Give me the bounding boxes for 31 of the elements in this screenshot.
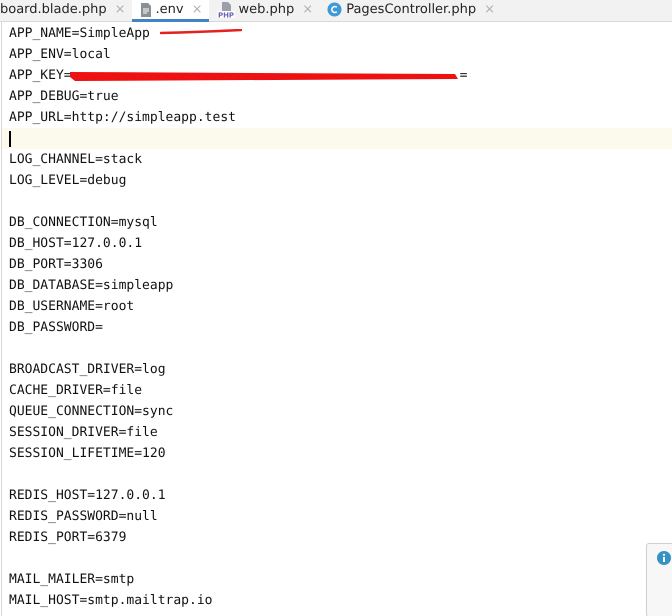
code-line: APP_KEY= bbox=[9, 67, 72, 85]
class-icon bbox=[327, 2, 342, 17]
code-line: CACHE_DRIVER=file bbox=[9, 382, 142, 400]
code-line: MAIL_MAILER=smtp bbox=[9, 571, 134, 589]
code-line: QUEUE_CONNECTION=sync bbox=[9, 403, 174, 421]
code-line: DB_CONNECTION=mysql bbox=[9, 214, 158, 232]
code-line: APP_URL=http://simpleapp.test bbox=[9, 109, 236, 127]
code-line: LOG_CHANNEL=stack bbox=[9, 151, 142, 169]
code-line: REDIS_PORT=6379 bbox=[9, 529, 126, 547]
editor-tab[interactable]: .env × bbox=[132, 0, 209, 22]
code-line: SESSION_DRIVER=file bbox=[9, 424, 158, 442]
code-line: DB_USERNAME=root bbox=[9, 298, 134, 316]
code-line: BROADCAST_DRIVER=log bbox=[9, 361, 166, 379]
code-editor[interactable] bbox=[1, 22, 672, 616]
editor-tab[interactable]: PagesController.php × bbox=[319, 0, 501, 22]
code-line: = bbox=[460, 67, 468, 85]
code-line: LOG_LEVEL=debug bbox=[9, 172, 126, 190]
editor-tab[interactable]: board.blade.php × bbox=[0, 0, 132, 22]
code-line: REDIS_HOST=127.0.0.1 bbox=[9, 487, 166, 505]
code-line: APP_ENV=local bbox=[9, 46, 111, 64]
code-line: DB_HOST=127.0.0.1 bbox=[9, 235, 142, 253]
code-line: APP_NAME=SimpleApp bbox=[9, 25, 150, 43]
text-caret bbox=[9, 130, 11, 146]
text-file-icon bbox=[140, 2, 152, 16]
code-line: SESSION_LIFETIME=120 bbox=[9, 445, 166, 463]
code-line: MAIL_HOST=smtp.mailtrap.io bbox=[9, 592, 212, 610]
code-line: DB_PASSWORD= bbox=[9, 319, 103, 337]
code-line: DB_PORT=3306 bbox=[9, 256, 103, 274]
code-line: APP_DEBUG=true bbox=[9, 88, 119, 106]
code-line: REDIS_PASSWORD=null bbox=[9, 508, 158, 526]
code-line: DB_DATABASE=simpleapp bbox=[9, 277, 174, 295]
